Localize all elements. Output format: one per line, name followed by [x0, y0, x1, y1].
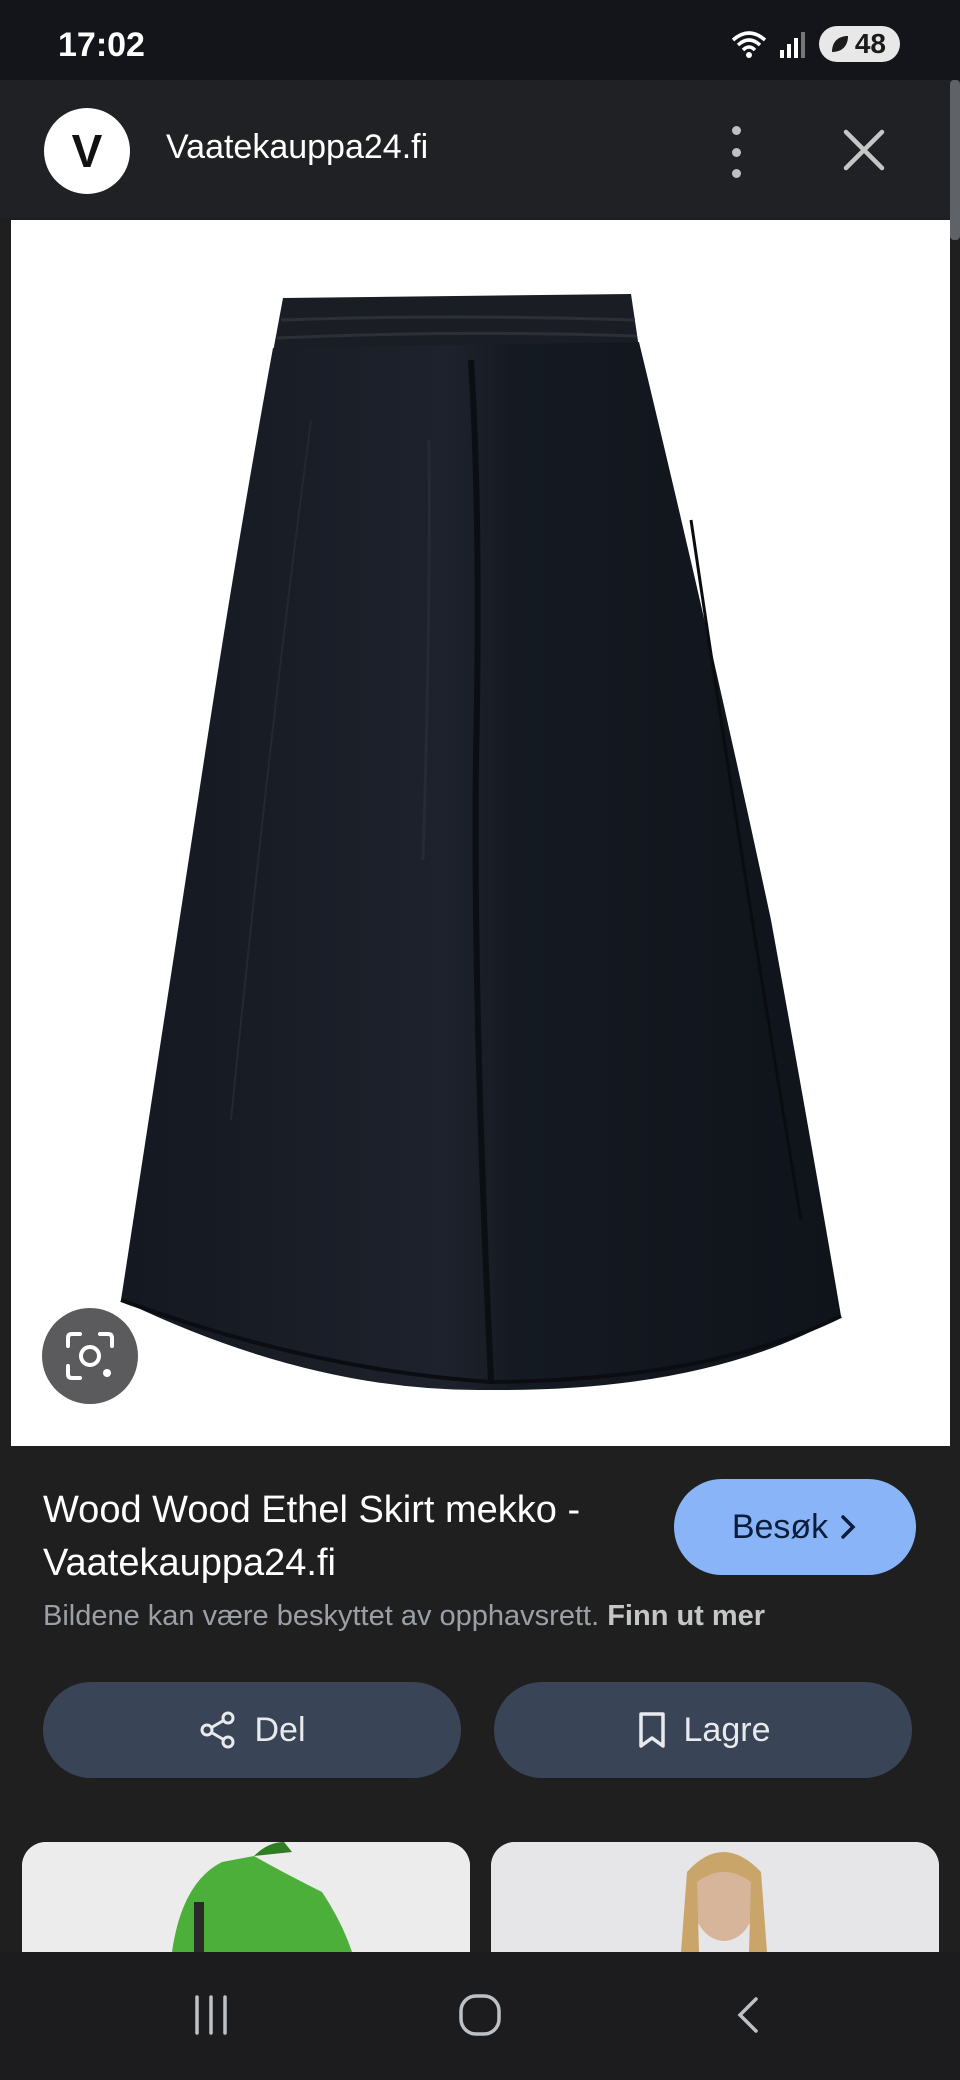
bookmark-icon	[638, 1712, 665, 1748]
home-button[interactable]	[445, 1980, 515, 2050]
close-icon[interactable]	[838, 124, 890, 176]
recents-icon	[195, 1995, 227, 2035]
related-thumbnail	[491, 1842, 939, 1952]
site-avatar[interactable]: V	[44, 108, 130, 194]
wifi-icon	[731, 31, 766, 58]
back-button[interactable]	[715, 1980, 785, 2050]
more-vert-icon	[731, 126, 741, 135]
battery-indicator: 48	[818, 26, 900, 62]
visit-label: Besøk	[731, 1507, 829, 1546]
skirt-image	[120, 294, 842, 1391]
share-label: Del	[254, 1710, 306, 1749]
save-button[interactable]: Lagre	[494, 1682, 912, 1778]
visit-button[interactable]: Besøk	[674, 1479, 916, 1575]
learn-more-link[interactable]: Finn ut mer	[607, 1600, 765, 1632]
copyright-notice: Bildene kan være beskyttet av opphavsret…	[43, 1600, 765, 1633]
chevron-right-icon	[841, 1515, 856, 1539]
share-button[interactable]: Del	[43, 1682, 461, 1778]
related-result-card[interactable]	[491, 1842, 939, 1952]
viewer-header: V Vaatekauppa24.fi	[0, 80, 950, 218]
product-image[interactable]	[11, 220, 950, 1446]
battery-saver-icon	[831, 36, 848, 52]
lens-search-button[interactable]	[42, 1308, 138, 1404]
site-name[interactable]: Vaatekauppa24.fi	[166, 128, 428, 167]
status-time: 17:02	[58, 26, 145, 64]
status-icons: 48	[729, 26, 900, 62]
status-bar: 17:02 48	[0, 0, 960, 80]
recents-button[interactable]	[176, 1980, 246, 2050]
scrollbar[interactable]	[950, 80, 960, 240]
copyright-text: Bildene kan være beskyttet av opphavsret…	[43, 1600, 600, 1632]
related-thumbnail	[22, 1842, 470, 1952]
signal-icon	[779, 32, 805, 58]
back-icon	[737, 1997, 758, 2033]
lens-icon	[66, 1332, 114, 1380]
share-icon	[200, 1711, 235, 1749]
battery-level: 48	[854, 28, 886, 59]
home-icon	[459, 1994, 501, 2036]
more-options-button[interactable]	[716, 122, 756, 182]
result-title[interactable]: Wood Wood Ethel Skirt mekko - Vaatekaupp…	[43, 1484, 643, 1590]
save-label: Lagre	[683, 1710, 771, 1749]
system-nav-bar	[0, 1952, 960, 2080]
related-result-card[interactable]	[22, 1842, 470, 1952]
